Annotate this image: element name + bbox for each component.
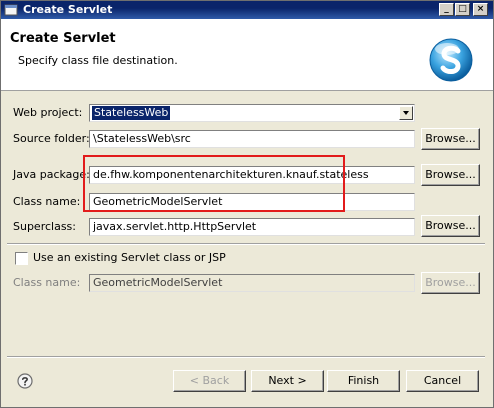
superclass-browse-button[interactable]: Browse... bbox=[421, 215, 480, 237]
finish-button[interactable]: Finish bbox=[327, 370, 400, 392]
cancel-button[interactable]: Cancel bbox=[406, 370, 479, 392]
footer-separator bbox=[7, 356, 485, 358]
superclass-label: Superclass: bbox=[13, 220, 76, 233]
dropdown-arrow-icon[interactable] bbox=[399, 106, 413, 120]
web-project-value: StatelessWeb bbox=[90, 105, 172, 121]
class-name-label: Class name: bbox=[13, 195, 81, 208]
help-icon[interactable] bbox=[17, 373, 33, 389]
java-package-browse-button[interactable]: Browse... bbox=[421, 164, 480, 186]
minimize-button[interactable]: _ bbox=[439, 3, 454, 16]
next-button[interactable]: Next > bbox=[251, 370, 324, 392]
existing-class-browse-button: Browse... bbox=[421, 272, 480, 294]
source-folder-input[interactable]: \StatelessWeb\src bbox=[89, 130, 415, 148]
highlight-annotation bbox=[83, 155, 345, 212]
source-folder-browse-button[interactable]: Browse... bbox=[421, 128, 480, 150]
java-package-label: Java package: bbox=[13, 168, 90, 181]
maximize-button[interactable]: □ bbox=[455, 3, 470, 16]
create-servlet-dialog: Create Servlet _ □ × Create Servlet Spec… bbox=[0, 0, 494, 408]
source-folder-label: Source folder: bbox=[13, 132, 90, 145]
page-title: Create Servlet bbox=[10, 31, 116, 46]
back-button: < Back bbox=[173, 370, 246, 392]
web-project-select[interactable]: StatelessWeb bbox=[89, 104, 415, 122]
window-icon bbox=[4, 4, 18, 16]
existing-class-name-label: Class name: bbox=[13, 276, 81, 289]
existing-class-name-input: GeometricModelServlet bbox=[89, 274, 415, 292]
window-title: Create Servlet bbox=[23, 3, 113, 16]
superclass-input[interactable]: javax.servlet.http.HttpServlet bbox=[89, 218, 415, 236]
title-bar[interactable]: Create Servlet _ □ × bbox=[1, 1, 493, 19]
close-button[interactable]: × bbox=[473, 3, 488, 16]
separator-line bbox=[7, 243, 485, 245]
use-existing-checkbox[interactable] bbox=[15, 252, 28, 265]
web-project-label: Web project: bbox=[13, 106, 83, 119]
page-description: Specify class file destination. bbox=[18, 54, 178, 67]
servlet-wizard-icon bbox=[429, 38, 473, 82]
wizard-header: Create Servlet Specify class file destin… bbox=[1, 19, 493, 91]
use-existing-label[interactable]: Use an existing Servlet class or JSP bbox=[33, 251, 226, 265]
